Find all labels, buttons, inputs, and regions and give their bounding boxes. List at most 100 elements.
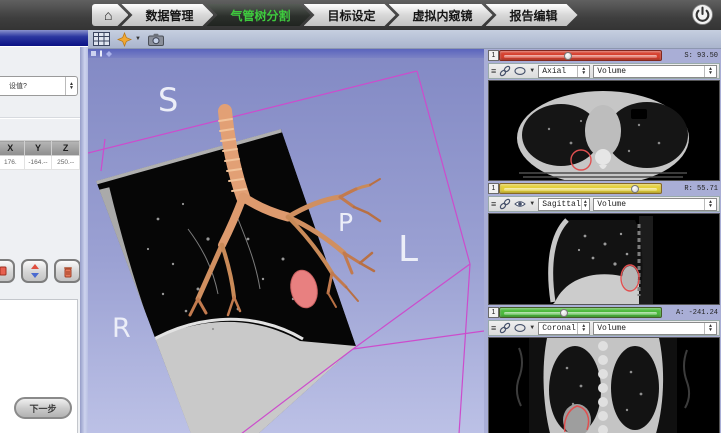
tab-label: 数据管理 [145,7,193,24]
orientation-label-s: S [158,81,178,119]
stepper-icon[interactable]: ▲▼ [704,199,716,210]
slider-groove [504,55,657,58]
link-views-icon[interactable] [499,65,511,77]
tab-label: 目标设定 [328,7,376,24]
col-header-z: Z [52,141,80,156]
slice-number-box: 1 [488,50,499,61]
left-header-bar [0,29,88,46]
plane-select[interactable]: Coronal ▲▼ [538,322,590,335]
link-views-icon[interactable] [499,198,511,210]
slider-track[interactable] [499,307,662,318]
coronal-slice-slider[interactable]: 1 A: -241.24 [488,306,720,319]
axial-view-group: 1 S: 93.50 ≡ ▼ Axial ▲▼ [484,49,721,182]
stepper-icon[interactable]: ▲▼ [581,199,590,210]
link-views-icon[interactable] [499,322,511,334]
add-seed-caret-icon[interactable]: ▼ [135,36,141,42]
home-icon: ⌂ [104,7,112,23]
col-header-x: X [0,141,24,156]
edit-icon [0,265,8,277]
col-header-y: Y [24,141,52,156]
slice-visibility-icon[interactable] [514,66,526,76]
stepper-icon[interactable]: ▲▼ [704,66,716,77]
render-mode-select[interactable]: Volume ▲▼ [593,65,717,78]
caret-down-icon[interactable]: ▼ [529,325,535,331]
slider-handle[interactable] [560,309,568,317]
plane-select[interactable]: Sagittal ▲▼ [538,198,590,211]
tab-label: 虚拟内窥镜 [413,7,473,24]
mini-toolbar-icon[interactable] [100,51,102,57]
volume-3d-viewport[interactable]: S P L R [88,49,484,433]
next-step-label: 下一步 [29,402,56,415]
stepper-icon[interactable]: ▲▼ [577,323,589,334]
stepper-icon[interactable]: ▲▼ [577,66,589,77]
panel-divider [0,117,80,119]
render-mode-select[interactable]: Volume ▲▼ [593,198,717,211]
screenshot-icon[interactable] [148,33,164,46]
delete-seed-button[interactable] [54,259,81,283]
seed-action-buttons [0,259,81,283]
seed-coordinates-table: X Y Z 176. -164.-- 250.-- [0,140,80,170]
tab-virtual-endoscopy[interactable]: 虚拟内窥镜 [389,4,493,26]
slider-handle[interactable] [631,185,639,193]
orientation-label-r: R [112,313,131,344]
slice-position-label: S: 93.50 [662,52,720,60]
tab-airway-segmentation[interactable]: 气管树分割 [206,4,310,26]
layout-grid-icon[interactable] [93,32,110,46]
slice-views-panel: 1 S: 93.50 ≡ ▼ Axial ▲▼ [484,49,721,433]
render-mode-value: Volume [597,200,626,209]
sagittal-view-group: 1 R: 55.71 ≡ ▼ Sagittal [484,182,721,306]
plane-select-value: Coronal [542,324,576,333]
axial-slice-slider[interactable]: 1 S: 93.50 [488,49,720,62]
edit-seed-button[interactable] [0,259,15,283]
render-mode-select[interactable]: Volume ▲▼ [593,322,717,335]
sagittal-slice-slider[interactable]: 1 R: 55.71 [488,182,720,195]
plane-select-value: Axial [542,67,566,76]
slider-track[interactable] [499,183,662,194]
panel-splitter[interactable] [80,47,88,433]
coronal-ct-image[interactable] [488,337,720,433]
plane-select[interactable]: Axial ▲▼ [538,65,590,78]
trash-icon [62,265,74,278]
slider-track[interactable] [499,50,662,61]
power-icon[interactable] [691,3,714,26]
viewer-toolbar: ▼ [88,30,721,49]
home-tab[interactable]: ⌂ [92,4,128,26]
stepper-icon[interactable]: ▲▼ [65,77,77,95]
axial-ct-image[interactable] [488,80,720,181]
render-mode-value: Volume [597,67,626,76]
slice-number-box: 1 [488,183,499,194]
coronal-view-group: 1 A: -241.24 ≡ ▼ Coronal [484,306,721,433]
options-icon[interactable]: ≡ [491,324,496,333]
cell-z: 250.-- [52,156,80,170]
tab-target-setting[interactable]: 目标设定 [304,4,396,26]
workflow-tabs: ⌂ 数据管理 气管树分割 目标设定 虚拟内窥镜 报告编辑 [92,4,578,26]
slice-visibility-icon[interactable] [514,323,526,333]
caret-down-icon[interactable]: ▼ [529,201,535,207]
threshold-select[interactable]: 设值? ▲▼ [0,76,78,96]
application-window: ⌂ 数据管理 气管树分割 目标设定 虚拟内窥镜 报告编辑 医学影像工作站 设值?… [0,0,721,433]
orientation-label-l: L [398,229,418,270]
tab-report-editing[interactable]: 报告编辑 [486,4,578,26]
add-seed-icon[interactable] [117,32,132,47]
threshold-select-value: 设值? [9,81,27,91]
viewport-mini-toolbar [88,49,484,58]
slice-position-label: R: 55.71 [662,185,720,193]
slider-groove [504,312,657,315]
plane-select-value: Sagittal [542,200,580,209]
options-icon[interactable]: ≡ [491,67,496,76]
locate-seed-button[interactable] [21,259,48,283]
eye-visibility-icon[interactable] [514,199,526,209]
options-icon[interactable]: ≡ [491,200,496,209]
coronal-view-controls: ≡ ▼ Coronal ▲▼ Volume ▲▼ [488,320,720,336]
stepper-icon[interactable]: ▲▼ [704,323,716,334]
slider-handle[interactable] [564,52,572,60]
table-row[interactable]: 176. -164.-- 250.-- [0,156,80,170]
cell-y: -164.-- [24,156,52,170]
caret-down-icon[interactable]: ▼ [529,68,535,74]
mini-toolbar-icon[interactable] [91,51,96,56]
move-point-icon [29,264,41,278]
next-step-button[interactable]: 下一步 [14,397,72,419]
tab-data-management[interactable]: 数据管理 [121,4,213,26]
sagittal-ct-image[interactable] [488,213,720,305]
axial-view-controls: ≡ ▼ Axial ▲▼ Volume ▲▼ [488,63,720,79]
